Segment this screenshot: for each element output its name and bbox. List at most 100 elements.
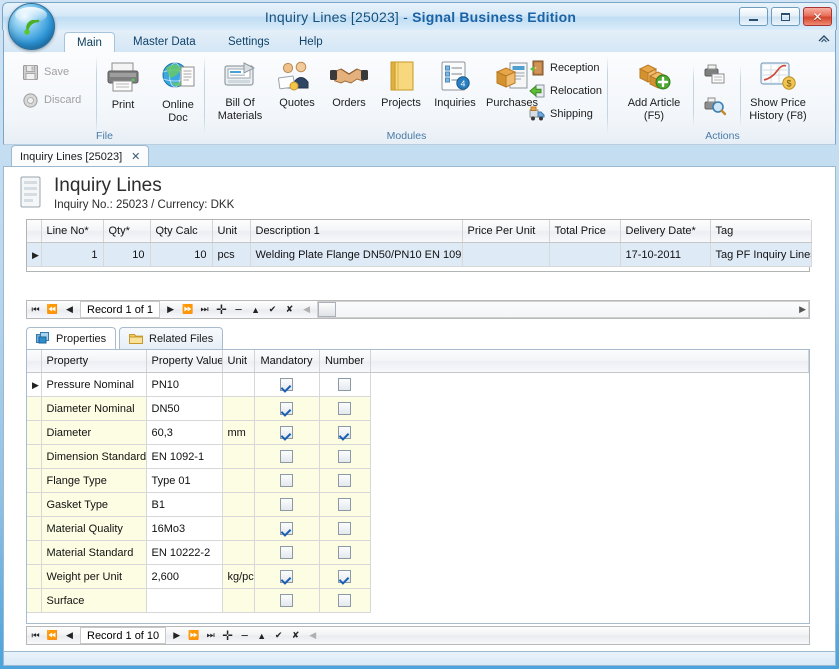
mandatory-checkbox[interactable]: [280, 594, 293, 607]
row-selector[interactable]: [27, 588, 42, 613]
number-checkbox[interactable]: [338, 594, 351, 607]
column-header-property-value[interactable]: Property Value: [146, 350, 223, 373]
mandatory-checkbox[interactable]: [280, 546, 293, 559]
ribbon-button-orders[interactable]: Orders: [323, 60, 375, 110]
ribbon-button-relocation[interactable]: Relocation: [529, 83, 602, 99]
number-checkbox[interactable]: [338, 522, 351, 535]
table-row[interactable]: Surface: [27, 588, 809, 613]
nav-prev-page-icon[interactable]: ⏪: [44, 627, 61, 644]
cell-property-value[interactable]: PN10: [146, 372, 223, 397]
cell-number[interactable]: [319, 516, 371, 541]
cell-property[interactable]: Dimension Standard: [41, 444, 147, 469]
hscroll-left-icon[interactable]: ◀: [298, 301, 315, 318]
cell-property[interactable]: Material Quality: [41, 516, 147, 541]
ribbon-button-inquiries[interactable]: 4 Inquiries: [427, 60, 483, 110]
ribbon-tab-settings[interactable]: Settings: [216, 32, 282, 53]
cell-property[interactable]: Weight per Unit: [41, 564, 147, 589]
cell-total-price[interactable]: [549, 242, 621, 267]
cell-mandatory[interactable]: [254, 420, 320, 445]
cell-property[interactable]: Gasket Type: [41, 492, 147, 517]
nav-prev-page-icon[interactable]: ⏪: [44, 301, 61, 318]
cell-property-value[interactable]: 2,600: [146, 564, 223, 589]
ribbon-button-discard[interactable]: Discard: [22, 92, 81, 109]
nav-prev-icon[interactable]: ◀: [61, 627, 78, 644]
mandatory-checkbox[interactable]: [280, 570, 293, 583]
hscroll-left-icon[interactable]: ◀: [304, 627, 321, 644]
column-header-tag[interactable]: Tag: [710, 220, 812, 243]
row-selector[interactable]: [27, 396, 42, 421]
maximize-button[interactable]: [771, 7, 800, 26]
cell-number[interactable]: [319, 468, 371, 493]
nav-first-icon[interactable]: ⏮: [27, 301, 44, 318]
tab-properties[interactable]: Properties: [26, 327, 117, 349]
edit-icon[interactable]: ▲: [253, 627, 270, 644]
ribbon-button-quotes[interactable]: Quotes: [271, 60, 323, 110]
nav-next-icon[interactable]: ▶: [168, 627, 185, 644]
cell-property-value[interactable]: [146, 588, 223, 613]
ribbon-button-search[interactable]: [700, 96, 730, 119]
nav-next-icon[interactable]: ▶: [162, 301, 179, 318]
ribbon-button-add-article[interactable]: Add Article (F5): [616, 60, 692, 123]
number-checkbox[interactable]: [338, 474, 351, 487]
cell-qty-calc[interactable]: 10: [150, 242, 213, 267]
row-selector[interactable]: [27, 516, 42, 541]
cell-mandatory[interactable]: [254, 372, 320, 397]
cell-unit[interactable]: [222, 588, 255, 613]
ribbon-button-shipping[interactable]: Shipping: [529, 106, 593, 122]
number-checkbox[interactable]: [338, 426, 351, 439]
delete-icon[interactable]: −: [230, 301, 247, 318]
cell-property[interactable]: Flange Type: [41, 468, 147, 493]
column-header-unit[interactable]: Unit: [212, 220, 251, 243]
table-row[interactable]: Diameter Nominal DN50: [27, 396, 809, 421]
ribbon-button-online-doc[interactable]: Online Doc: [152, 60, 204, 125]
nav-first-icon[interactable]: ⏮: [27, 627, 44, 644]
inquiry-lines-grid[interactable]: Line No* Qty* Qty Calc Unit Description …: [26, 219, 812, 272]
cell-number[interactable]: [319, 372, 371, 397]
mandatory-checkbox[interactable]: [280, 450, 293, 463]
horizontal-scrollbar[interactable]: ▶: [317, 301, 809, 318]
nav-next-page-icon[interactable]: ⏩: [179, 301, 196, 318]
delete-icon[interactable]: −: [236, 627, 253, 644]
cell-tag[interactable]: Tag PF Inquiry Lines: [710, 242, 812, 267]
mandatory-checkbox[interactable]: [280, 522, 293, 535]
add-icon[interactable]: ✛: [213, 301, 230, 318]
cancel-icon[interactable]: ✘: [287, 627, 304, 644]
cell-mandatory[interactable]: [254, 540, 320, 565]
ribbon-button-reception[interactable]: Reception: [529, 60, 600, 76]
nav-next-page-icon[interactable]: ⏩: [185, 627, 202, 644]
properties-navigator[interactable]: ⏮ ⏪ ◀ Record 1 of 10 ▶ ⏩ ⏭ ✛ − ▲ ✔ ✘ ◀: [26, 626, 810, 645]
cell-property[interactable]: Material Standard: [41, 540, 147, 565]
number-checkbox[interactable]: [338, 378, 351, 391]
scrollbar-thumb[interactable]: [318, 302, 337, 317]
cell-qty[interactable]: 10: [103, 242, 151, 267]
ribbon-tab-help[interactable]: Help: [287, 32, 335, 53]
accept-icon[interactable]: ✔: [264, 301, 281, 318]
cell-unit[interactable]: kg/pcs: [222, 564, 255, 589]
cell-unit[interactable]: [222, 492, 255, 517]
mandatory-checkbox[interactable]: [280, 474, 293, 487]
cell-unit[interactable]: mm: [222, 420, 255, 445]
edit-icon[interactable]: ▲: [247, 301, 264, 318]
cell-description-1[interactable]: Welding Plate Flange DN50/PN10 EN 1092-1: [250, 242, 463, 267]
cell-mandatory[interactable]: [254, 492, 320, 517]
mandatory-checkbox[interactable]: [280, 378, 293, 391]
ribbon-button-print[interactable]: Print: [94, 60, 152, 112]
cell-unit[interactable]: [222, 468, 255, 493]
ribbon-tab-master-data[interactable]: Master Data: [121, 32, 208, 53]
row-selector[interactable]: [27, 564, 42, 589]
cell-property-value[interactable]: 16Mo3: [146, 516, 223, 541]
inquiry-lines-navigator[interactable]: ⏮ ⏪ ◀ Record 1 of 1 ▶ ⏩ ⏭ ✛ − ▲ ✔ ✘ ◀ ▶: [26, 300, 810, 319]
number-checkbox[interactable]: [338, 450, 351, 463]
ribbon-button-projects[interactable]: Projects: [375, 60, 427, 110]
cell-property-value[interactable]: DN50: [146, 396, 223, 421]
cell-property[interactable]: Surface: [41, 588, 147, 613]
table-row[interactable]: Material Quality 16Mo3: [27, 516, 809, 541]
cell-property-value[interactable]: Type 01: [146, 468, 223, 493]
cell-number[interactable]: [319, 420, 371, 445]
cell-property-value[interactable]: EN 10222-2: [146, 540, 223, 565]
column-header-delivery-date[interactable]: Delivery Date*: [620, 220, 711, 243]
chevron-up-icon[interactable]: [817, 32, 831, 46]
cell-delivery-date[interactable]: 17-10-2011: [620, 242, 711, 267]
document-tab-inquiry-lines[interactable]: Inquiry Lines [25023] ✕: [11, 145, 150, 167]
cell-mandatory[interactable]: [254, 516, 320, 541]
